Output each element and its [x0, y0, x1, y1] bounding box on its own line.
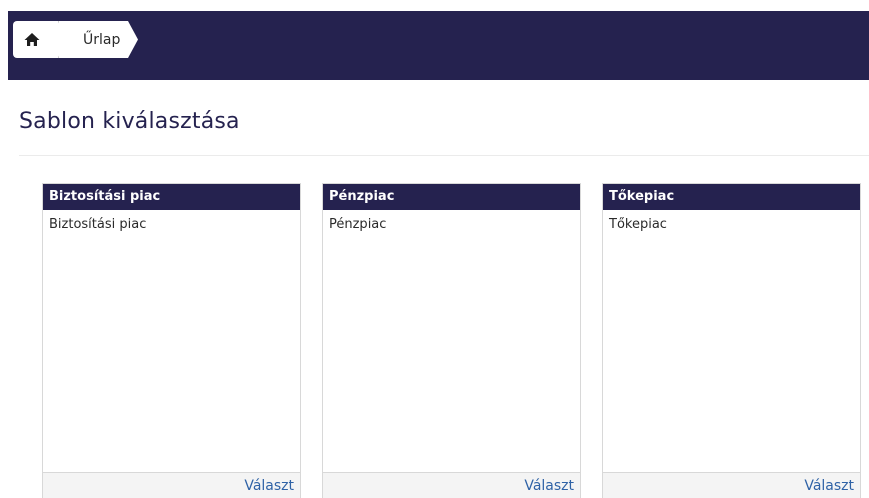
- breadcrumb: Űrlap: [13, 21, 139, 58]
- breadcrumb-home[interactable]: [13, 21, 70, 58]
- card-header: Pénzpiac: [323, 184, 580, 210]
- card-footer: Választ: [323, 472, 580, 498]
- breadcrumb-label: Űrlap: [83, 31, 121, 48]
- title-divider: [19, 155, 869, 156]
- card-body: Tőkepiac: [609, 217, 667, 232]
- template-card-biztositasi-piac: Biztosítási piac Biztosítási piac Válasz…: [42, 183, 301, 498]
- page-title: Sablon kiválasztása: [19, 109, 240, 134]
- card-footer: Választ: [603, 472, 860, 498]
- home-icon: [24, 32, 40, 47]
- breadcrumb-arrow: [128, 21, 139, 58]
- breadcrumb-item-urlap[interactable]: Űrlap: [59, 21, 139, 58]
- card-header: Tőkepiac: [603, 184, 860, 210]
- card-body: Pénzpiac: [329, 217, 387, 232]
- card-footer: Választ: [43, 472, 300, 498]
- template-card-penzpiac: Pénzpiac Pénzpiac Választ: [322, 183, 581, 498]
- card-body: Biztosítási piac: [49, 217, 147, 232]
- select-button[interactable]: Választ: [804, 478, 854, 494]
- select-button[interactable]: Választ: [524, 478, 574, 494]
- top-bar: Űrlap: [8, 11, 869, 80]
- card-header: Biztosítási piac: [43, 184, 300, 210]
- select-button[interactable]: Választ: [244, 478, 294, 494]
- template-card-tokepiac: Tőkepiac Tőkepiac Választ: [602, 183, 861, 498]
